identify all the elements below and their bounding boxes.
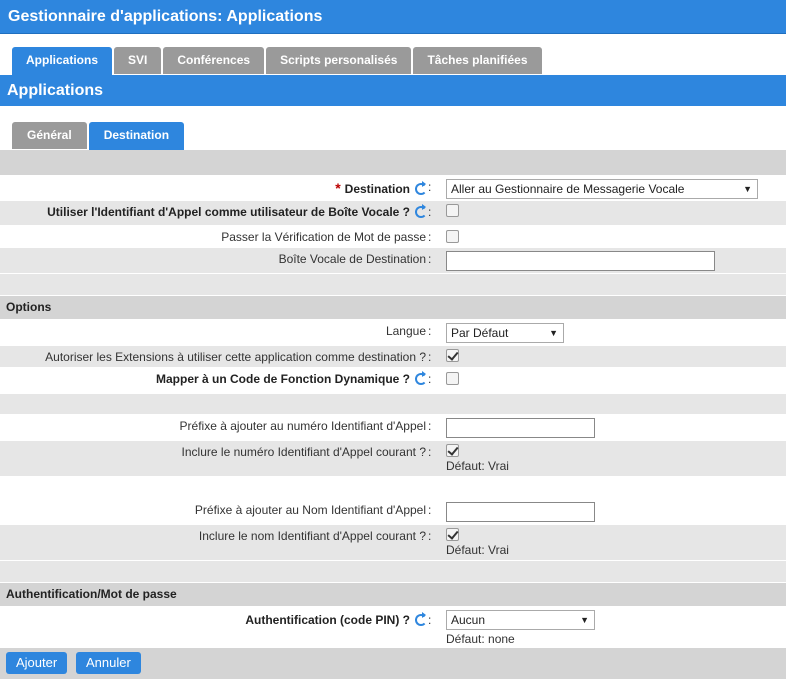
include-cid-name-hint: Défaut: Vrai (446, 543, 509, 557)
add-button[interactable]: Ajouter (6, 652, 68, 674)
button-bar: Ajouter Annuler (0, 648, 786, 680)
form-row-cid-num-prefix: Préfixe à ajouter au numéro Identifiant … (0, 415, 786, 441)
form-row-destination: * Destination : Aller au Gestionnaire de … (0, 176, 786, 201)
colon: : (428, 372, 432, 386)
colon: : (428, 350, 432, 364)
colon: : (428, 180, 432, 194)
include-cid-num-checkbox[interactable] (446, 444, 459, 457)
form-row-skip-password: Passer la Vérification de Mot de passe : (0, 226, 786, 248)
dest-mailbox-label: Boîte Vocale de Destination (278, 252, 426, 266)
tab-svi[interactable]: SVI (114, 47, 162, 74)
dynamic-feature-label: Mapper à un Code de Fonction Dynamique ? (156, 371, 427, 386)
allow-ext-label: Autoriser les Extensions à utiliser cett… (45, 350, 426, 364)
include-cid-name-label: Inclure le nom Identifiant d'Appel coura… (198, 529, 426, 543)
include-cid-num-field: Défaut: Vrai (446, 444, 509, 473)
include-cid-num-label: Inclure le numéro Identifiant d'Appel co… (181, 445, 426, 459)
language-select[interactable]: Par Défaut ▼ (446, 323, 564, 343)
chevron-down-icon: ▼ (580, 615, 589, 625)
refresh-icon[interactable] (414, 371, 427, 385)
spacer-row (0, 274, 786, 296)
include-cid-name-checkbox[interactable] (446, 528, 459, 541)
chevron-down-icon: ▼ (549, 328, 558, 338)
auth-pin-field: Aucun ▼ Défaut: none (446, 610, 595, 646)
window-title: Gestionnaire d'applications: Application… (0, 0, 786, 34)
colon: : (428, 529, 432, 543)
chevron-down-icon: ▼ (743, 184, 752, 194)
auth-pin-select[interactable]: Aucun ▼ (446, 610, 595, 630)
auth-pin-hint: Défaut: none (446, 632, 515, 646)
tab-scripts[interactable]: Scripts personalisés (266, 47, 412, 74)
colon: : (428, 252, 432, 266)
spacer-row (0, 561, 786, 583)
cancel-button[interactable]: Annuler (76, 652, 141, 674)
tab-scheduled-tasks[interactable]: Tâches planifiées (413, 47, 542, 74)
colon: : (428, 445, 432, 459)
form-row-allow-ext: Autoriser les Extensions à utiliser cett… (0, 346, 786, 368)
form-row-auth-pin: Authentification (code PIN) ? : Aucun ▼ D… (0, 607, 786, 648)
spacer-row (0, 150, 786, 176)
destination-label: * Destination (335, 180, 427, 196)
language-label: Langue (385, 324, 426, 338)
main-tabs: Applications SVI Conférences Scripts per… (12, 47, 544, 75)
subtab-destination[interactable]: Destination (88, 122, 185, 150)
refresh-icon[interactable] (414, 612, 427, 626)
form-row-include-cid-num: Inclure le numéro Identifiant d'Appel co… (0, 441, 786, 477)
refresh-icon[interactable] (414, 181, 427, 195)
tab-applications[interactable]: Applications (12, 47, 113, 75)
tab-conferences[interactable]: Conférences (163, 47, 265, 74)
dynamic-feature-checkbox[interactable] (446, 372, 459, 385)
cid-name-prefix-label: Préfixe à ajouter au Nom Identifiant d'A… (194, 503, 426, 517)
auth-pin-label: Authentification (code PIN) ? (245, 612, 427, 627)
colon: : (428, 205, 432, 219)
form-row-include-cid-name: Inclure le nom Identifiant d'Appel coura… (0, 525, 786, 561)
colon: : (428, 419, 432, 433)
form-row-dest-mailbox: Boîte Vocale de Destination : (0, 248, 786, 274)
colon: : (428, 230, 432, 244)
destination-select[interactable]: Aller au Gestionnaire de Messagerie Voca… (446, 179, 758, 199)
required-mark: * (335, 180, 341, 196)
cid-name-prefix-input[interactable] (446, 502, 595, 522)
allow-ext-checkbox[interactable] (446, 349, 459, 362)
use-callerid-label: Utiliser l'Identifiant d'Appel comme uti… (47, 204, 427, 219)
options-section-header: Options (0, 296, 786, 320)
cid-num-prefix-input[interactable] (446, 418, 595, 438)
refresh-icon[interactable] (414, 204, 427, 218)
form-row-use-callerid: Utiliser l'Identifiant d'Appel comme uti… (0, 201, 786, 226)
spacer-row (0, 394, 786, 415)
skip-password-label: Passer la Vérification de Mot de passe (221, 230, 426, 244)
sub-tabs: Général Destination (12, 122, 186, 150)
cid-num-prefix-label: Préfixe à ajouter au numéro Identifiant … (179, 419, 426, 433)
form-row-cid-name-prefix: Préfixe à ajouter au Nom Identifiant d'A… (0, 499, 786, 525)
colon: : (428, 503, 432, 517)
subtab-general[interactable]: Général (12, 122, 87, 149)
include-cid-name-field: Défaut: Vrai (446, 528, 509, 557)
skip-password-checkbox[interactable] (446, 230, 459, 243)
colon: : (428, 324, 432, 338)
section-title: Applications (0, 75, 786, 106)
dest-mailbox-input[interactable] (446, 251, 715, 271)
use-callerid-checkbox[interactable] (446, 204, 459, 217)
spacer-row (0, 477, 786, 499)
include-cid-num-hint: Défaut: Vrai (446, 459, 509, 473)
auth-section-header: Authentification/Mot de passe (0, 583, 786, 607)
form-row-language: Langue : Par Défaut ▼ (0, 320, 786, 346)
colon: : (428, 613, 432, 627)
form-row-dynamic-feature: Mapper à un Code de Fonction Dynamique ?… (0, 368, 786, 394)
